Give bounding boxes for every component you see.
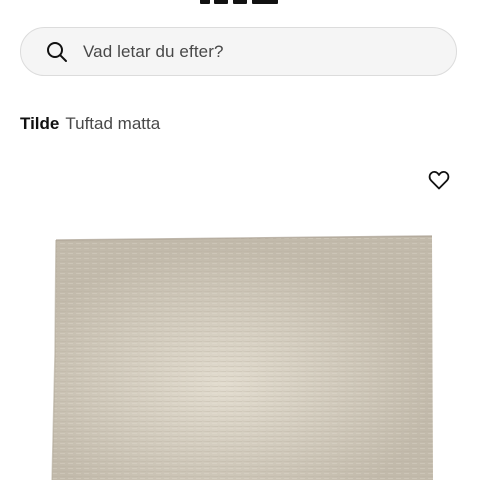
favorite-button[interactable] <box>426 167 452 193</box>
search-placeholder: Vad letar du efter? <box>83 41 224 61</box>
heart-outline-icon <box>428 170 450 190</box>
product-name: Tilde <box>20 114 60 133</box>
logo-bar <box>252 0 278 4</box>
search-icon[interactable] <box>45 40 69 64</box>
product-page: Vad letar du efter? Tilde Tuftad matta <box>0 0 480 480</box>
search-input[interactable]: Vad letar du efter? <box>20 27 457 76</box>
product-image[interactable] <box>50 234 436 480</box>
logo-bar <box>200 0 210 4</box>
logo-bar <box>214 0 228 4</box>
rug-image <box>51 235 433 480</box>
product-description: Tuftad matta <box>65 114 161 133</box>
product-heading: Tilde Tuftad matta <box>20 114 160 134</box>
logo[interactable] <box>200 0 280 4</box>
logo-bar <box>233 0 247 4</box>
search-icon-glyph <box>47 41 67 62</box>
